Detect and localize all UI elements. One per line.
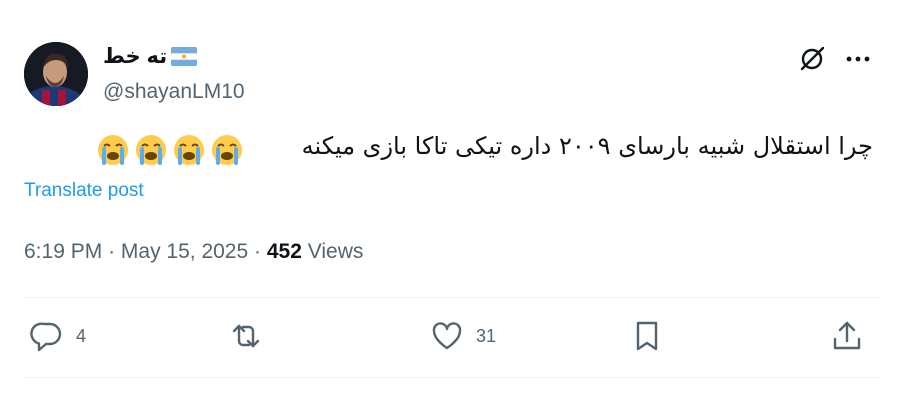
translate-post-link[interactable]: Translate post bbox=[24, 180, 144, 202]
views-count[interactable]: 452 bbox=[267, 240, 302, 263]
reply-icon bbox=[30, 322, 62, 352]
divider bbox=[24, 297, 882, 298]
grok-icon bbox=[800, 46, 825, 71]
views-label: Views bbox=[307, 240, 364, 263]
share-icon bbox=[833, 321, 861, 350]
heart-icon bbox=[432, 322, 462, 350]
argentina-flag-icon bbox=[171, 47, 198, 66]
reply-count: 4 bbox=[76, 325, 87, 346]
avatar[interactable] bbox=[24, 42, 88, 106]
like-count: 31 bbox=[476, 325, 497, 346]
loudly-crying-face-icon bbox=[212, 135, 242, 165]
author-display-name[interactable]: ته خط bbox=[103, 44, 167, 69]
bookmark-button[interactable] bbox=[630, 313, 664, 359]
loudly-crying-face-icon bbox=[136, 135, 166, 165]
retweet-icon bbox=[232, 324, 260, 348]
meta-separator: · bbox=[108, 240, 116, 263]
share-button[interactable] bbox=[830, 313, 864, 359]
divider bbox=[24, 377, 882, 378]
like-button[interactable]: 31 bbox=[430, 313, 496, 359]
more-icon bbox=[846, 56, 870, 62]
author-handle[interactable]: @shayanLM10 bbox=[103, 80, 245, 104]
more-options-button[interactable] bbox=[843, 48, 873, 70]
loudly-crying-face-icon bbox=[174, 135, 204, 165]
meta-separator: · bbox=[254, 240, 262, 263]
tweet-meta: 6:19 PM · May 15, 2025 · 452 Views bbox=[24, 240, 363, 264]
reply-button[interactable]: 4 bbox=[30, 313, 86, 359]
loudly-crying-face-icon bbox=[98, 135, 128, 165]
retweet-button[interactable] bbox=[229, 313, 275, 359]
tweet-date[interactable]: May 15, 2025 bbox=[121, 240, 248, 263]
tweet-time[interactable]: 6:19 PM bbox=[24, 240, 102, 263]
tweet-emoji-row bbox=[96, 133, 244, 167]
avatar-image bbox=[24, 42, 88, 106]
action-bar: 4 31 bbox=[0, 313, 907, 359]
tweet-text: چرا استقلال شبیه بارسای ۲۰۰۹ داره تیکی ت… bbox=[301, 132, 873, 160]
tweet-card: ته خط @shayanLM10 چرا استقلال شبیه بارسا… bbox=[0, 0, 907, 405]
bookmark-icon bbox=[636, 321, 658, 351]
grok-button[interactable] bbox=[797, 44, 827, 74]
author-name-row: ته خط bbox=[103, 44, 198, 69]
